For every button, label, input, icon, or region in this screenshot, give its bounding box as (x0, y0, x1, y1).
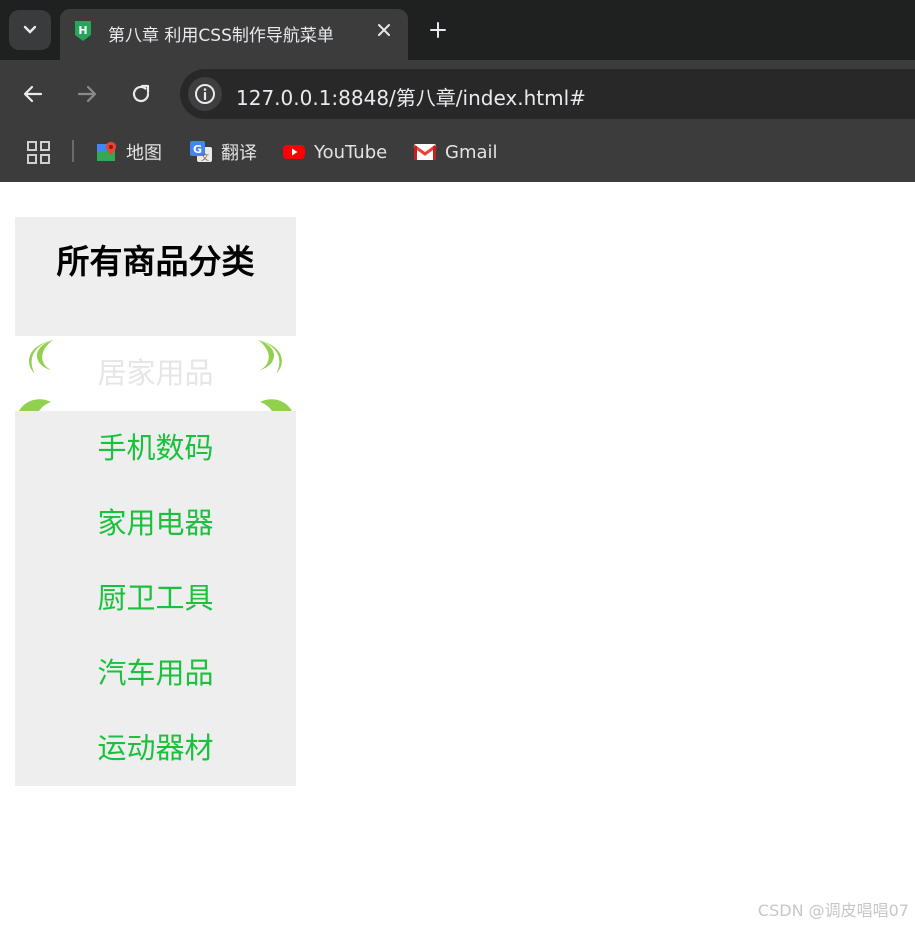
gmail-icon (413, 144, 437, 160)
nav-item-label: 居家用品 (97, 356, 214, 390)
forward-button[interactable] (71, 78, 103, 110)
nav-link-appliances[interactable]: 家用电器 (15, 486, 296, 561)
reload-button[interactable] (125, 78, 157, 110)
list-item: 手机数码 (15, 411, 296, 486)
reload-icon (132, 84, 150, 103)
nav-item-label: 汽车用品 (97, 656, 214, 690)
watermark: CSDN @调皮唱唱07 (757, 901, 909, 920)
bookmark-label: 地图 (126, 143, 162, 164)
translate-icon: G 文 (190, 141, 212, 162)
list-item: 运动器材 (15, 711, 296, 786)
svg-text:文: 文 (201, 152, 209, 162)
nav-item-label: 厨卫工具 (97, 581, 214, 615)
plus-icon (430, 22, 446, 38)
youtube-icon (283, 145, 305, 159)
tab-title: 第八章 利用CSS制作导航菜单 (108, 26, 334, 46)
bookmark-label: 翻译 (221, 143, 257, 164)
bookmarks-bar: 地图 G 文 翻译 YouTube Gmail (0, 128, 915, 182)
url-text: 127.0.0.1:8848/第八章/index.html# (236, 86, 586, 110)
list-item: 家用电器 (15, 486, 296, 561)
nav-link-digital[interactable]: 手机数码 (15, 411, 296, 486)
tab-close-button[interactable] (374, 20, 394, 40)
list-item: 居家用品 (15, 336, 296, 411)
address-bar[interactable]: 127.0.0.1:8848/第八章/index.html# (180, 69, 915, 119)
tab-search-button[interactable] (9, 10, 51, 50)
apps-grid-icon[interactable] (26, 140, 52, 166)
tab-strip: H 第八章 利用CSS制作导航菜单 (0, 0, 915, 60)
bookmark-label: YouTube (314, 141, 388, 163)
nav-link-household[interactable]: 居家用品 (15, 336, 296, 411)
info-icon (195, 84, 215, 104)
nav-link-auto[interactable]: 汽车用品 (15, 636, 296, 711)
arrow-right-icon (77, 85, 97, 103)
maps-icon (97, 142, 116, 161)
category-list: 居家用品 手机数码 家用电器 厨卫工具 汽车用品 运动器材 (15, 336, 296, 786)
nav-link-kitchen[interactable]: 厨卫工具 (15, 561, 296, 636)
svg-text:H: H (78, 24, 87, 37)
nav-item-label: 家用电器 (97, 506, 214, 540)
bookmark-gmail[interactable]: Gmail (413, 138, 498, 166)
hbuilder-icon: H (75, 21, 91, 41)
list-item: 厨卫工具 (15, 561, 296, 636)
nav-item-label: 运动器材 (97, 731, 214, 765)
bookmark-label: Gmail (445, 141, 498, 163)
browser-tab[interactable]: H 第八章 利用CSS制作导航菜单 (60, 9, 408, 60)
chevron-down-icon (23, 25, 37, 34)
bookmark-youtube[interactable]: YouTube (282, 138, 387, 166)
category-nav: 所有商品分类 居家用品 手机数码 家用电器 厨卫工具 汽车用品 运动器材 (15, 217, 296, 786)
close-icon (378, 24, 390, 36)
site-info-button[interactable] (188, 77, 222, 111)
list-item: 汽车用品 (15, 636, 296, 711)
bookmark-maps[interactable]: 地图 (96, 138, 162, 166)
nav-link-sports[interactable]: 运动器材 (15, 711, 296, 786)
nav-item-label: 手机数码 (97, 431, 214, 465)
bookmarks-divider (72, 140, 74, 162)
arrow-left-icon (23, 85, 43, 103)
bookmark-translate[interactable]: G 文 翻译 (189, 138, 257, 166)
new-tab-button[interactable] (424, 16, 452, 44)
browser-toolbar: 127.0.0.1:8848/第八章/index.html# (0, 60, 915, 128)
nav-title: 所有商品分类 (56, 242, 255, 281)
back-button[interactable] (17, 78, 49, 110)
